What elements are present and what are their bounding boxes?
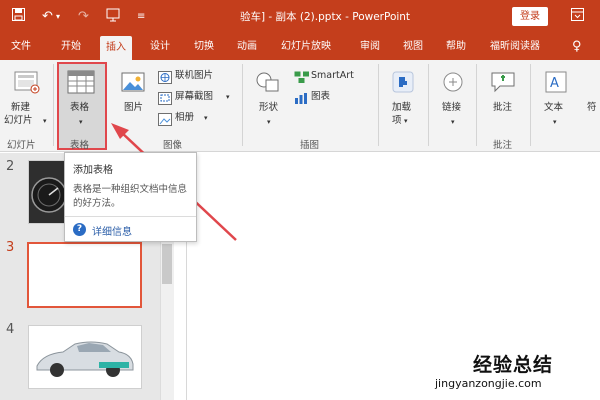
tooltip-more-info-link[interactable]: 详细信息	[92, 223, 132, 238]
help-icon[interactable]: ?	[73, 223, 86, 236]
watermark-url: jingyanzongjie.com	[435, 377, 542, 390]
tooltip-description: 表格是一种组织文档中信息的好方法。	[73, 184, 188, 209]
table-tooltip: 添加表格 表格是一种组织文档中信息的好方法。 ? 详细信息	[64, 152, 197, 242]
tooltip-divider	[65, 216, 196, 217]
watermark-title: 经验总结	[473, 354, 554, 376]
tooltip-title: 添加表格	[73, 165, 113, 176]
